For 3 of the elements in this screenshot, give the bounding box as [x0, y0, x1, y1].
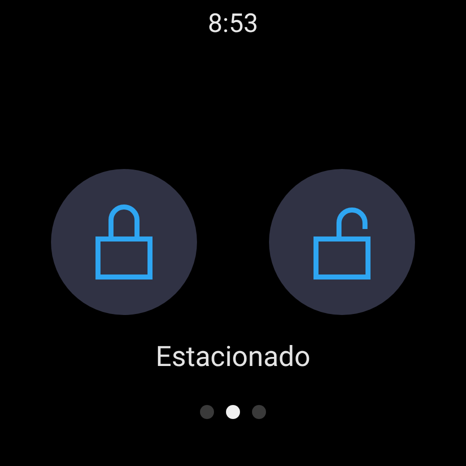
padlock-icon	[95, 203, 153, 281]
clock-time: 8:53	[208, 8, 258, 40]
status-text: Estacionado	[156, 339, 310, 375]
